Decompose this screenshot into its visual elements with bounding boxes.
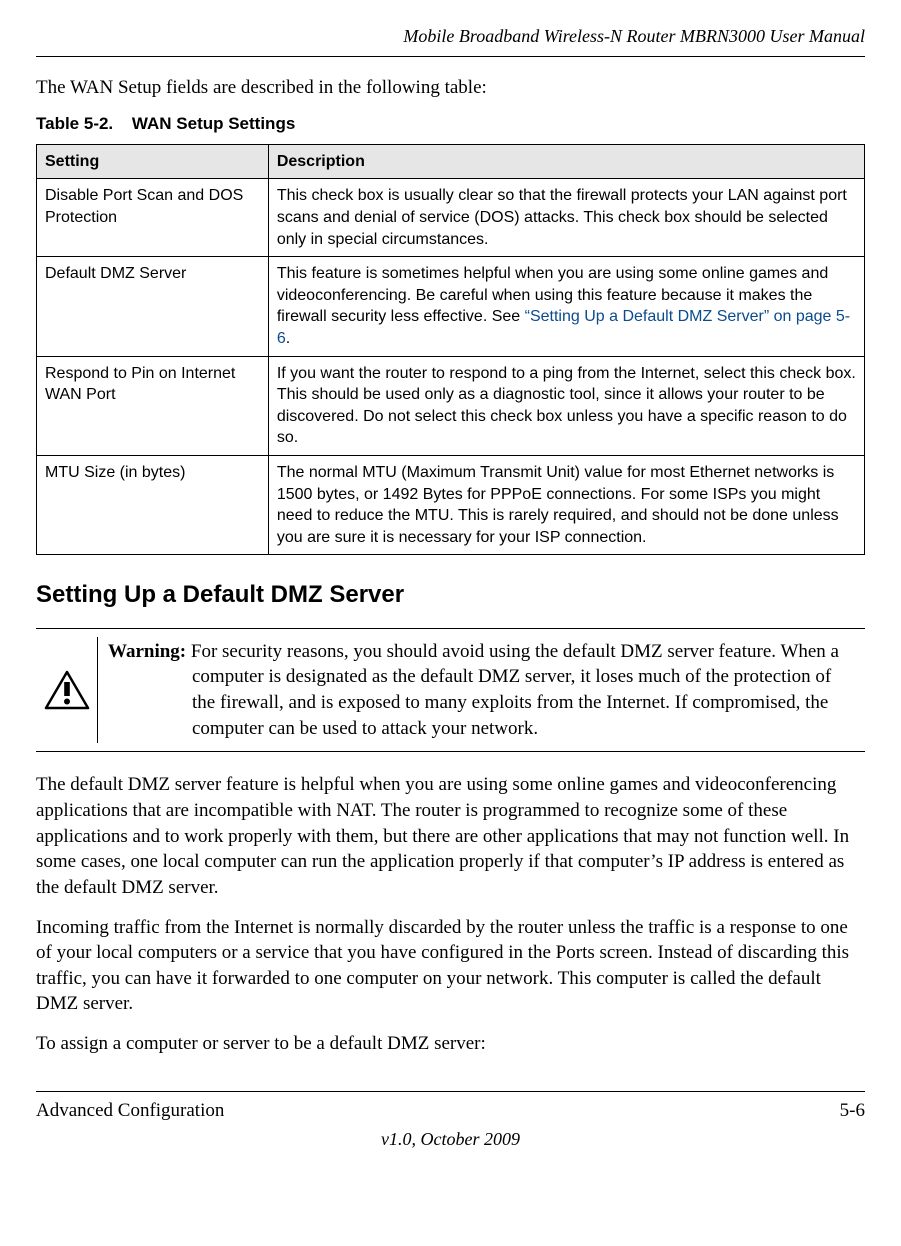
table-row: Disable Port Scan and DOS Protection Thi… xyxy=(37,179,865,257)
cell-setting: MTU Size (in bytes) xyxy=(37,456,269,555)
warning-box: Warning: For security reasons, you shoul… xyxy=(36,628,865,753)
footer-row: Advanced Configuration 5-6 xyxy=(36,1098,865,1124)
warning-icon-cell xyxy=(36,637,98,744)
col-header-setting: Setting xyxy=(37,144,269,179)
cell-setting: Disable Port Scan and DOS Protection xyxy=(37,179,269,257)
header-rule xyxy=(36,56,865,57)
table-header-row: Setting Description xyxy=(37,144,865,179)
warning-body: For security reasons, you should avoid u… xyxy=(186,641,839,739)
paragraph-dmz-assign: To assign a computer or server to be a d… xyxy=(36,1031,865,1057)
table-row: Respond to Pin on Internet WAN Port If y… xyxy=(37,356,865,455)
header-title: Mobile Broadband Wireless-N Router MBRN3… xyxy=(36,24,865,48)
cell-description: If you want the router to respond to a p… xyxy=(268,356,864,455)
warning-text: Warning: For security reasons, you shoul… xyxy=(98,637,865,744)
table-title: WAN Setup Settings xyxy=(132,114,295,133)
footer-page-number: 5-6 xyxy=(840,1098,865,1124)
intro-paragraph: The WAN Setup fields are described in th… xyxy=(36,75,865,101)
cell-setting: Default DMZ Server xyxy=(37,257,269,356)
footer-rule xyxy=(36,1091,865,1092)
wan-setup-table: Setting Description Disable Port Scan an… xyxy=(36,144,865,556)
col-header-description: Description xyxy=(268,144,864,179)
paragraph-dmz-intro: The default DMZ server feature is helpfu… xyxy=(36,772,865,900)
table-row: Default DMZ Server This feature is somet… xyxy=(37,257,865,356)
paragraph-dmz-incoming: Incoming traffic from the Internet is no… xyxy=(36,915,865,1018)
cell-setting: Respond to Pin on Internet WAN Port xyxy=(37,356,269,455)
desc-post: . xyxy=(286,330,290,347)
cell-description: This check box is usually clear so that … xyxy=(268,179,864,257)
footer-section-title: Advanced Configuration xyxy=(36,1098,224,1124)
warning-label: Warning: xyxy=(108,641,186,662)
warning-icon xyxy=(44,670,90,710)
table-caption: Table 5-2. WAN Setup Settings xyxy=(36,113,865,136)
table-row: MTU Size (in bytes) The normal MTU (Maxi… xyxy=(37,456,865,555)
section-heading-dmz: Setting Up a Default DMZ Server xyxy=(36,579,865,611)
cell-description: The normal MTU (Maximum Transmit Unit) v… xyxy=(268,456,864,555)
cell-description: This feature is sometimes helpful when y… xyxy=(268,257,864,356)
table-number: Table 5-2. xyxy=(36,113,113,136)
footer-version-date: v1.0, October 2009 xyxy=(36,1127,865,1151)
